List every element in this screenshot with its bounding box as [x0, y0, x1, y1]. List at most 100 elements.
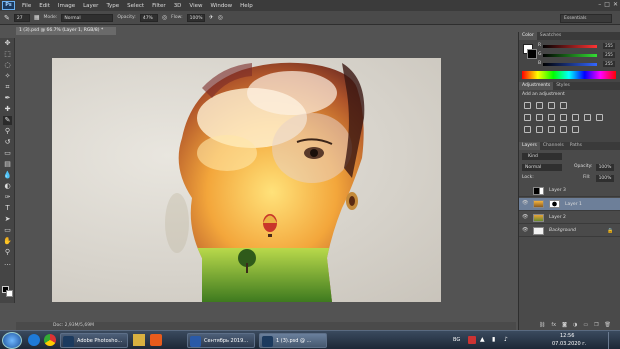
color-lookup-adjust-icon[interactable]	[596, 114, 603, 121]
selective-color-adjust-icon[interactable]	[572, 126, 579, 133]
color-spectrum-bar[interactable]	[522, 71, 616, 79]
brush-tool-icon[interactable]: ✎	[4, 14, 10, 22]
tab-styles[interactable]: Styles	[553, 82, 573, 90]
link-layers-icon[interactable]: ⛓	[539, 322, 545, 328]
stamp-tool-icon[interactable]: ⚲	[3, 127, 12, 136]
brightness-adjust-icon[interactable]	[524, 102, 531, 109]
lasso-tool-icon[interactable]: ◌	[3, 61, 12, 70]
posterize-adjust-icon[interactable]	[536, 126, 543, 133]
background-color-swatch[interactable]	[6, 290, 13, 297]
language-indicator[interactable]: BG	[453, 337, 460, 343]
menu-select[interactable]: Select	[123, 3, 148, 9]
explorer-icon[interactable]	[133, 334, 145, 346]
eraser-tool-icon[interactable]: ▭	[3, 149, 12, 158]
gradient-map-adjust-icon[interactable]	[560, 126, 567, 133]
type-tool-icon[interactable]: T	[3, 204, 12, 213]
shape-tool-icon[interactable]: ▭	[3, 226, 12, 235]
eye-icon[interactable]: 👁	[522, 201, 528, 206]
airbrush-icon[interactable]: ✈	[209, 14, 214, 21]
ie-icon[interactable]	[28, 334, 40, 346]
pressure-size-icon[interactable]: ◎	[218, 14, 223, 21]
red-slider[interactable]	[543, 45, 597, 48]
taskbar-item-word[interactable]: Сентябрь 2019...	[187, 333, 255, 348]
delete-layer-icon[interactable]: 🗑	[605, 322, 611, 328]
eye-icon[interactable]: 👁	[522, 228, 528, 233]
show-desktop-button[interactable]	[608, 332, 616, 349]
bg-color-chip[interactable]	[527, 49, 537, 59]
opacity-input[interactable]: 47%	[139, 13, 158, 22]
fill-input[interactable]: 100%	[596, 175, 614, 182]
more-tools-icon[interactable]: …	[3, 259, 12, 268]
hand-tool-icon[interactable]: ✋	[3, 237, 12, 246]
layer-row[interactable]: Layer 3	[519, 185, 620, 197]
menu-layer[interactable]: Layer	[79, 3, 102, 9]
blend-mode-select[interactable]: Normal	[522, 164, 562, 171]
maximize-icon[interactable]: □	[604, 1, 610, 8]
red-value[interactable]: 255	[603, 43, 615, 49]
invert-adjust-icon[interactable]	[524, 126, 531, 133]
workspace-switcher[interactable]: Essentials	[560, 14, 612, 23]
levels-adjust-icon[interactable]	[536, 102, 543, 109]
mode-select[interactable]: Normal	[61, 13, 114, 22]
tray-expand-icon[interactable]: ▲	[480, 336, 485, 343]
tab-paths[interactable]: Paths	[567, 142, 585, 150]
vibrance-adjust-icon[interactable]	[524, 114, 531, 121]
menu-type[interactable]: Type	[102, 3, 123, 9]
photo-filter-adjust-icon[interactable]	[572, 114, 579, 121]
zoom-tool-icon[interactable]: ⚲	[3, 248, 12, 257]
crop-tool-icon[interactable]: ⌗	[3, 83, 12, 92]
pressure-opacity-icon[interactable]: ◎	[162, 14, 167, 21]
layer-style-icon[interactable]: fx	[551, 322, 556, 328]
curves-adjust-icon[interactable]	[548, 102, 555, 109]
layer-row-selected[interactable]: 👁 Layer 1	[519, 198, 620, 211]
antivirus-icon[interactable]	[468, 336, 476, 344]
black-white-adjust-icon[interactable]	[560, 114, 567, 121]
menu-filter[interactable]: Filter	[148, 3, 170, 9]
menu-edit[interactable]: Edit	[35, 3, 54, 9]
menu-file[interactable]: File	[18, 3, 35, 9]
brush-panel-icon[interactable]: ▦	[34, 14, 40, 21]
threshold-adjust-icon[interactable]	[548, 126, 555, 133]
layer-opacity-input[interactable]: 100%	[596, 164, 614, 171]
add-mask-icon[interactable]: ◙	[562, 322, 567, 328]
layer-name[interactable]: Layer 1	[565, 198, 582, 211]
menu-3d[interactable]: 3D	[170, 3, 186, 9]
layer-kind-filter[interactable]: Kind	[522, 153, 562, 160]
chrome-icon[interactable]	[44, 334, 56, 346]
new-group-icon[interactable]: ▭	[583, 322, 588, 328]
brush-size-picker[interactable]: 27	[13, 13, 30, 22]
color-balance-adjust-icon[interactable]	[548, 114, 555, 121]
eye-icon[interactable]: 👁	[522, 215, 528, 220]
tab-color[interactable]: Color	[519, 32, 537, 40]
green-value[interactable]: 255	[603, 52, 615, 58]
tab-channels[interactable]: Channels	[540, 142, 567, 150]
media-player-icon[interactable]	[150, 334, 162, 346]
network-icon[interactable]: ▮	[492, 336, 495, 343]
clock-time[interactable]: 12:56	[560, 333, 574, 339]
exposure-adjust-icon[interactable]	[560, 102, 567, 109]
menu-image[interactable]: Image	[54, 3, 79, 9]
blur-tool-icon[interactable]: 💧	[3, 171, 12, 180]
history-brush-tool-icon[interactable]: ↺	[3, 138, 12, 147]
marquee-tool-icon[interactable]: ⬚	[3, 50, 12, 59]
document-tab[interactable]: 1 (3).psd @ 66.7% (Layer 1, RGB/8) *	[16, 27, 116, 35]
move-tool-icon[interactable]: ✥	[3, 39, 12, 48]
gradient-tool-icon[interactable]: ▤	[3, 160, 12, 169]
layer-name[interactable]: Layer 2	[549, 212, 566, 224]
blue-value[interactable]: 255	[603, 61, 615, 67]
flow-input[interactable]: 100%	[186, 13, 205, 22]
menu-help[interactable]: Help	[236, 3, 257, 9]
volume-icon[interactable]: ♪	[504, 336, 508, 343]
menu-view[interactable]: View	[185, 3, 206, 9]
channel-mixer-adjust-icon[interactable]	[584, 114, 591, 121]
layer-row[interactable]: 👁 Background 🔒	[519, 225, 620, 237]
quick-select-tool-icon[interactable]: ✧	[3, 72, 12, 81]
new-adjustment-icon[interactable]: ◑	[573, 322, 577, 328]
tab-swatches[interactable]: Swatches	[537, 32, 565, 40]
visibility-off-icon[interactable]	[522, 188, 528, 193]
pen-tool-icon[interactable]: ✑	[3, 193, 12, 202]
taskbar-item-psd[interactable]: 1 (3).psd @ ...	[259, 333, 327, 348]
eyedropper-tool-icon[interactable]: ✒	[3, 94, 12, 103]
tab-adjustments[interactable]: Adjustments	[519, 82, 554, 90]
green-slider[interactable]	[543, 54, 597, 57]
